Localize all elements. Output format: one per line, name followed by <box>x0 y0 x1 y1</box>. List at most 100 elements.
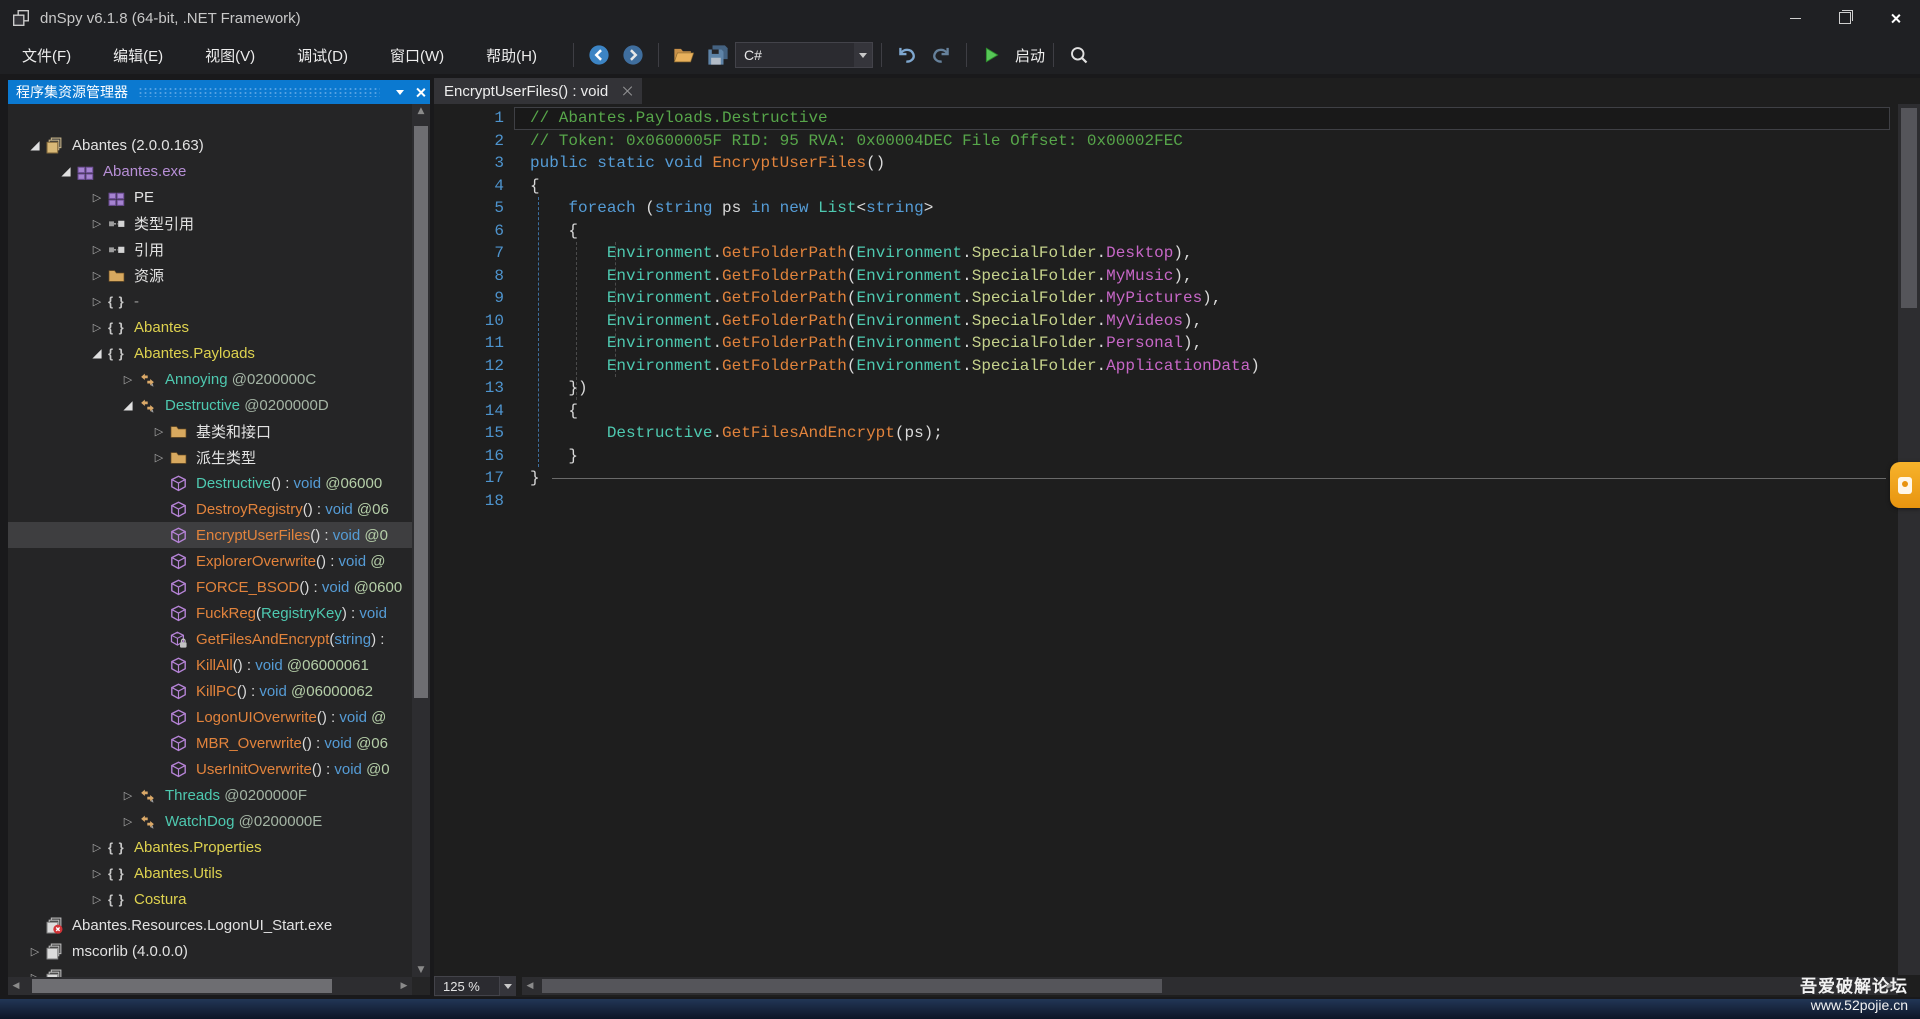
menu-edit[interactable]: 编辑(E) <box>99 39 177 72</box>
tree-item[interactable]: ▷Threads @0200000F <box>8 782 412 808</box>
menu-window[interactable]: 窗口(W) <box>376 39 458 72</box>
tree-item[interactable]: ▷类型引用 <box>8 210 412 236</box>
tree-item[interactable]: FuckReg(RegistryKey) : void <box>8 600 412 626</box>
tree-expander[interactable]: ◢ <box>55 164 77 178</box>
tree-item[interactable]: ▷{ }- <box>8 288 412 314</box>
tree-item[interactable]: ▷PE <box>8 184 412 210</box>
tree-expander[interactable]: ▷ <box>148 451 170 464</box>
tree-item[interactable]: ▷资源 <box>8 262 412 288</box>
scroll-down-icon[interactable]: ▼ <box>412 963 430 977</box>
folder-icon <box>170 423 187 440</box>
save-all-button[interactable] <box>704 41 732 69</box>
tree-expander[interactable]: ▷ <box>148 425 170 438</box>
tree-expander[interactable]: ▷ <box>86 841 108 854</box>
tree-expander[interactable]: ▷ <box>86 321 108 334</box>
tree-vertical-scrollbar[interactable]: ▲ ▼ <box>412 104 430 977</box>
panel-title: 程序集资源管理器 <box>16 82 128 102</box>
open-button[interactable] <box>670 41 698 69</box>
scroll-up-icon[interactable]: ▲ <box>412 104 430 118</box>
tree-item[interactable]: KillAll() : void @06000061 <box>8 652 412 678</box>
tree-item[interactable]: ▷ <box>8 964 412 977</box>
minimize-button[interactable] <box>1770 0 1820 36</box>
tree-expander[interactable]: ▷ <box>86 217 108 230</box>
tree-expander[interactable]: ▷ <box>117 815 139 828</box>
tree-expander[interactable]: ◢ <box>117 398 139 412</box>
menu-debug[interactable]: 调试(D) <box>283 39 362 72</box>
tree-item[interactable]: DestroyRegistry() : void @06 <box>8 496 412 522</box>
tree-item[interactable]: ▷{ }Abantes <box>8 314 412 340</box>
menu-help[interactable]: 帮助(H) <box>472 39 551 72</box>
tree-expander[interactable]: ▷ <box>86 269 108 282</box>
scroll-left-icon[interactable]: ◀ <box>10 977 22 995</box>
tree-hscroll-thumb[interactable] <box>32 979 332 993</box>
language-combo[interactable]: C# <box>735 42 873 68</box>
tree-expander[interactable]: ▷ <box>86 893 108 906</box>
tree-item[interactable]: ▷{ }Abantes.Properties <box>8 834 412 860</box>
back-button[interactable] <box>585 41 613 69</box>
editor-horizontal-scrollbar[interactable]: ◀ ▶ <box>522 977 1898 995</box>
tree-item[interactable]: LogonUIOverwrite() : void @ <box>8 704 412 730</box>
tree-item[interactable]: ▷派生类型 <box>8 444 412 470</box>
forward-button[interactable] <box>619 41 647 69</box>
tree-item[interactable]: KillPC() : void @06000062 <box>8 678 412 704</box>
assembly-explorer-header[interactable]: 程序集资源管理器 <box>8 80 430 104</box>
assembly-tree: ◢Abantes (2.0.0.163)◢Abantes.exe▷PE▷类型引用… <box>8 104 412 977</box>
tree-item[interactable]: EncryptUserFiles() : void @0 <box>8 522 412 548</box>
language-combo-arrow[interactable] <box>854 43 872 67</box>
tree-item-label: EncryptUserFiles() : void @0 <box>196 527 388 544</box>
tab-encryptuserfiles[interactable]: EncryptUserFiles() : void <box>434 78 642 104</box>
tree-expander[interactable]: ▷ <box>117 789 139 802</box>
tree-expander[interactable]: ▷ <box>86 867 108 880</box>
tree-expander[interactable]: ▷ <box>24 945 46 958</box>
zoom-combo-arrow[interactable] <box>500 976 516 996</box>
tree-item[interactable]: ◢Abantes.exe <box>8 158 412 184</box>
code-editor[interactable]: 1// Abantes.Payloads.Destructive2// Toke… <box>434 104 1898 975</box>
panel-menu-button[interactable] <box>390 82 410 102</box>
panel-close-button[interactable] <box>410 82 430 102</box>
tree-item[interactable]: Destructive() : void @06000 <box>8 470 412 496</box>
tree-item[interactable]: ▷Annoying @0200000C <box>8 366 412 392</box>
tree-horizontal-scrollbar[interactable]: ◀ ▶ <box>8 977 412 995</box>
tree-item[interactable]: UserInitOverwrite() : void @0 <box>8 756 412 782</box>
start-button-label[interactable]: 启动 <box>1015 45 1045 66</box>
scroll-right-icon[interactable]: ▶ <box>398 977 410 995</box>
tree-item[interactable]: ExplorerOverwrite() : void @ <box>8 548 412 574</box>
tree-item[interactable]: Abantes.Resources.LogonUI_Start.exe <box>8 912 412 938</box>
tree-item[interactable]: ▷WatchDog @0200000E <box>8 808 412 834</box>
tree-expander[interactable]: ▷ <box>86 295 108 308</box>
start-button[interactable] <box>978 41 1006 69</box>
floating-badge[interactable] <box>1890 462 1920 508</box>
toolbar-separator <box>881 43 882 67</box>
tree-expander[interactable]: ▷ <box>86 191 108 204</box>
tree-item[interactable]: GetFilesAndEncrypt(string) : <box>8 626 412 652</box>
tree-item[interactable]: ◢Abantes (2.0.0.163) <box>8 132 412 158</box>
menu-file[interactable]: 文件(F) <box>8 39 85 72</box>
menu-view[interactable]: 视图(V) <box>191 39 269 72</box>
tree-item[interactable]: ▷基类和接口 <box>8 418 412 444</box>
scroll-left-icon[interactable]: ◀ <box>524 977 536 995</box>
zoom-combo[interactable]: 125 % <box>434 976 500 996</box>
redo-button[interactable] <box>927 41 955 69</box>
search-button[interactable] <box>1065 41 1093 69</box>
tree-item[interactable]: ◢{ }Abantes.Payloads <box>8 340 412 366</box>
tree-expander[interactable]: ▷ <box>117 373 139 386</box>
tree-item[interactable]: FORCE_BSOD() : void @0600 <box>8 574 412 600</box>
tree-expander[interactable]: ◢ <box>24 138 46 152</box>
tree-item[interactable]: ◢Destructive @0200000D <box>8 392 412 418</box>
editor-vscroll-thumb[interactable] <box>1901 108 1917 308</box>
close-button[interactable] <box>1870 0 1920 36</box>
editor-vertical-scrollbar[interactable] <box>1898 104 1920 975</box>
tree-item[interactable]: ▷{ }Costura <box>8 886 412 912</box>
tree-vscroll-thumb[interactable] <box>414 126 428 698</box>
tree-item[interactable]: ▷{ }Abantes.Utils <box>8 860 412 886</box>
editor-hscroll-thumb[interactable] <box>542 979 1162 993</box>
tree-item[interactable]: ▷引用 <box>8 236 412 262</box>
undo-button[interactable] <box>893 41 921 69</box>
maximize-button[interactable] <box>1820 0 1870 36</box>
tree-expander[interactable]: ▷ <box>86 243 108 256</box>
tab-close-icon[interactable] <box>622 86 632 96</box>
panel-drag-grip[interactable] <box>138 87 380 97</box>
tree-item[interactable]: ▷mscorlib (4.0.0.0) <box>8 938 412 964</box>
tree-item[interactable]: MBR_Overwrite() : void @06 <box>8 730 412 756</box>
tree-expander[interactable]: ◢ <box>86 346 108 360</box>
